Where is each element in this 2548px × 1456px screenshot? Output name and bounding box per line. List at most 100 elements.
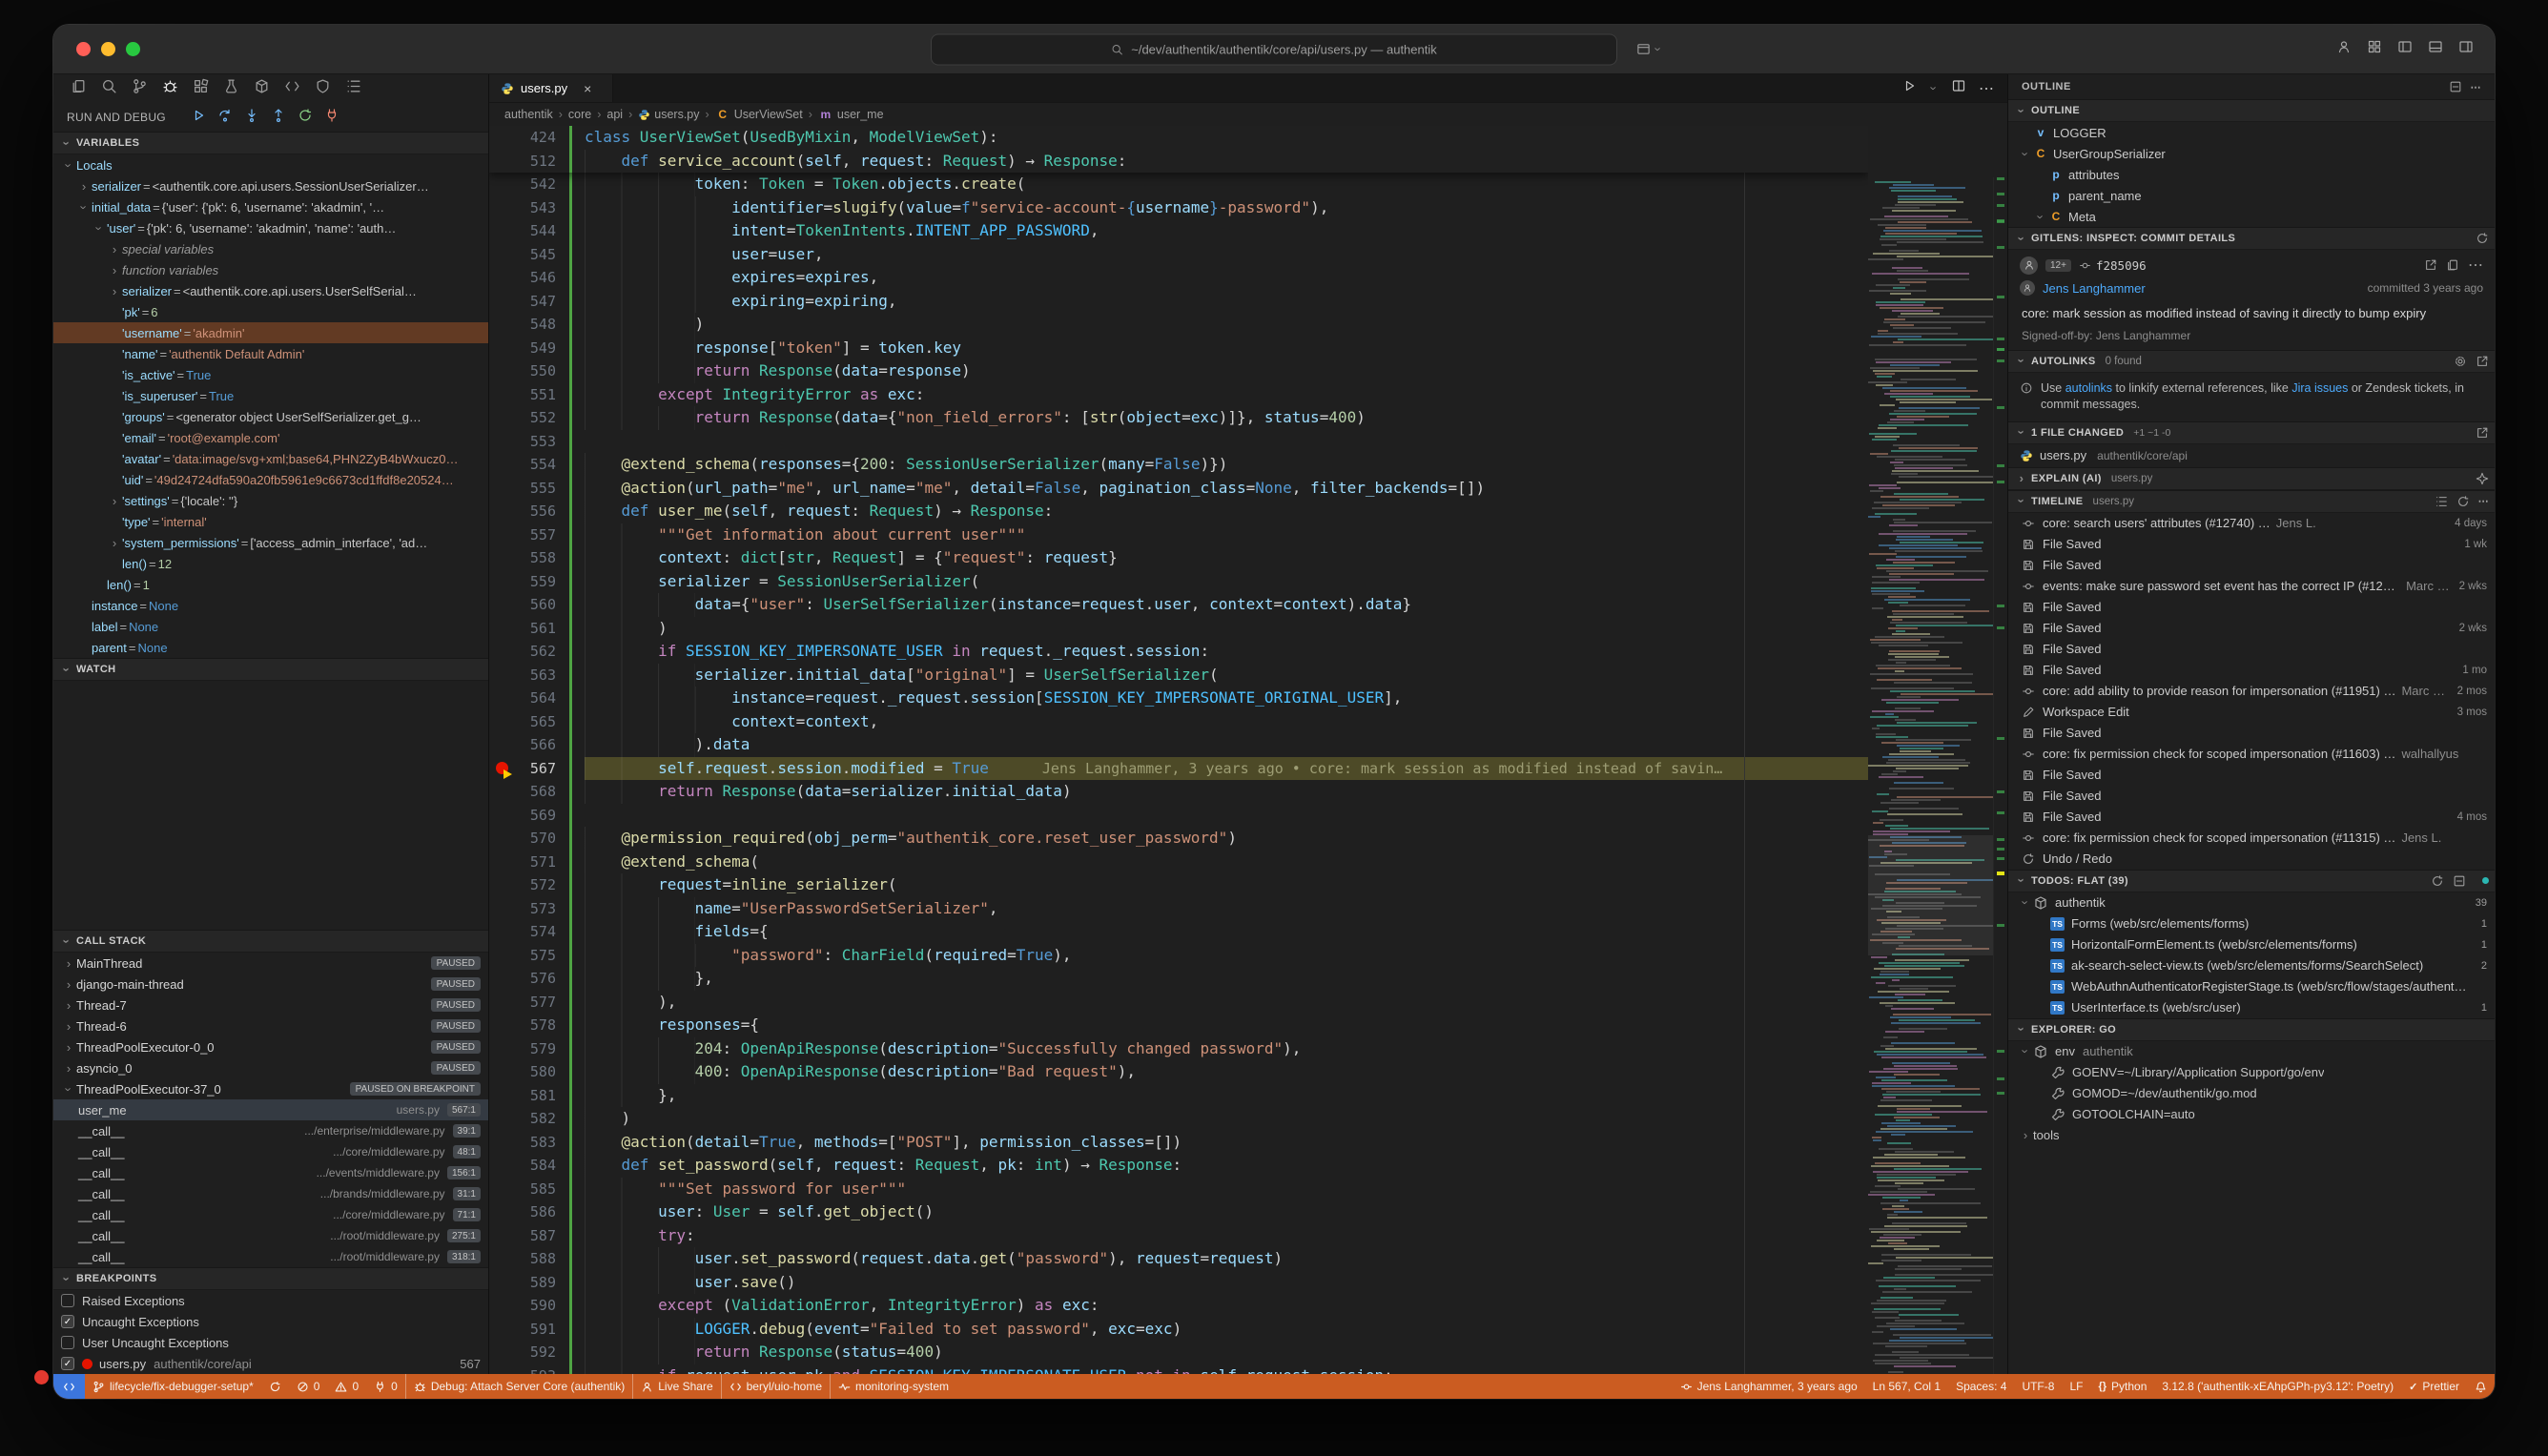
breakpoint-row[interactable]: ✓ Uncaught Exceptions — [53, 1311, 488, 1332]
code-line[interactable]: 584 def set_password(self, request: Requ… — [489, 1154, 1868, 1178]
statusbar-item[interactable]: {}Python — [2090, 1374, 2154, 1399]
overview-ruler[interactable] — [1993, 177, 2007, 1374]
code-line[interactable]: 546 expires=expires, — [489, 266, 1868, 290]
variable-row[interactable]: 'is_superuser' = True — [53, 385, 488, 406]
timeline-item[interactable]: core: fix permission check for scoped im… — [2008, 828, 2495, 849]
gitlens-commit-details-header[interactable]: › GITLENS: INSPECT: COMMIT DETAILS — [2008, 227, 2495, 250]
minimap[interactable] — [1868, 177, 1993, 1374]
layout-panel-button[interactable] — [2428, 39, 2443, 59]
variable-row[interactable]: 'uid' = '49d24724dfa590a20fb5961e9c6673c… — [53, 469, 488, 490]
code-line[interactable]: 555 @action(url_path="me", url_name="me"… — [489, 477, 1868, 501]
code-line[interactable]: 570 @permission_required(obj_perm="authe… — [489, 827, 1868, 851]
statusbar-item[interactable]: ✓Prettier — [2401, 1374, 2467, 1399]
variable-row[interactable]: ›'user' = {'pk': 6, 'username': 'akadmin… — [53, 217, 488, 238]
checkbox[interactable] — [61, 1294, 74, 1307]
timeline-item[interactable]: File Saved — [2008, 597, 2495, 618]
layout-grid-button[interactable] — [2367, 39, 2382, 59]
go-item[interactable]: › envauthentik — [2008, 1041, 2495, 1062]
code-line[interactable]: 569 — [489, 804, 1868, 828]
code-line[interactable]: 560 data={"user": UserSelfSerializer(ins… — [489, 593, 1868, 617]
go-item[interactable]: GOENV=~/Library/Application Support/go/e… — [2008, 1062, 2495, 1083]
refresh-icon[interactable] — [2476, 232, 2489, 245]
variable-row[interactable]: ›'system_permissions' = ['access_admin_i… — [53, 532, 488, 553]
breadcrumb-item[interactable]: api — [606, 108, 623, 121]
activity-item-remote-explorer[interactable] — [284, 78, 300, 99]
more-actions-icon[interactable]: ⋯ — [1979, 79, 1994, 98]
code-line[interactable]: 563 serializer.initial_data["original"] … — [489, 664, 1868, 687]
breakpoint-gutter[interactable] — [489, 762, 514, 774]
checkbox[interactable] — [61, 1336, 74, 1349]
external-link-icon[interactable] — [2476, 426, 2489, 440]
code-line[interactable]: 512 def service_account(self, request: R… — [489, 150, 1868, 174]
code-line[interactable]: 564 instance=request._request.session[SE… — [489, 687, 1868, 710]
variable-row[interactable]: ›special variables — [53, 238, 488, 259]
callstack-frame-row[interactable]: user_meusers.py567:1 — [53, 1099, 488, 1120]
code-line[interactable]: 581 }, — [489, 1084, 1868, 1108]
chevron-down-icon[interactable]: › — [1927, 84, 1942, 93]
explain-ai-section-header[interactable]: › EXPLAIN (AI) users.py — [2008, 467, 2495, 490]
code-line[interactable]: 576 }, — [489, 967, 1868, 991]
code-line[interactable]: 574 fields={ — [489, 920, 1868, 944]
step-into-button[interactable] — [244, 108, 259, 128]
variable-row[interactable]: 'type' = 'internal' — [53, 511, 488, 532]
todo-item[interactable]: TS Forms (web/src/elements/forms) 1 — [2008, 913, 2495, 934]
commit-sha[interactable]: f285096 — [2096, 258, 2147, 273]
code-line[interactable]: 549 response["token"] = token.key — [489, 337, 1868, 360]
go-item[interactable]: GOTOOLCHAIN=auto — [2008, 1104, 2495, 1125]
variable-row[interactable]: label = None — [53, 616, 488, 637]
todo-item[interactable]: › authentik 39 — [2008, 892, 2495, 913]
statusbar-item[interactable]: 0 — [366, 1374, 405, 1399]
code-line[interactable]: 553 — [489, 430, 1868, 454]
autolinks-section-header[interactable]: › AUTOLINKS 0 found — [2008, 350, 2495, 373]
code-line[interactable]: 545 user=user, — [489, 243, 1868, 267]
layout-sidebar-left-button[interactable] — [2397, 39, 2413, 59]
collapse-all-icon[interactable] — [2453, 874, 2466, 888]
autolinks-link[interactable]: autolinks — [2065, 381, 2112, 395]
open-commit-icon[interactable] — [2424, 258, 2437, 272]
callstack-thread-row[interactable]: ›ThreadPoolExecutor-0_0PAUSED — [53, 1036, 488, 1057]
breakpoint-row[interactable]: ✓ users.py authentik/core/api 567 — [53, 1353, 488, 1374]
timeline-item[interactable]: File Saved 1 mo — [2008, 660, 2495, 681]
code-line[interactable]: 573 name="UserPasswordSetSerializer", — [489, 897, 1868, 921]
minimap-slider[interactable] — [1868, 835, 1993, 955]
refresh-icon[interactable] — [2431, 874, 2444, 888]
callstack-frame-row[interactable]: __call__.../brands/middleware.py31:1 — [53, 1183, 488, 1204]
breakpoint-row[interactable]: Raised Exceptions — [53, 1290, 488, 1311]
code-line[interactable]: 575 "password": CharField(required=True)… — [489, 944, 1868, 968]
code-line[interactable]: 547 expiring=expiring, — [489, 290, 1868, 314]
statusbar-item[interactable] — [261, 1374, 289, 1399]
timeline-item[interactable]: File Saved — [2008, 765, 2495, 786]
external-link-icon[interactable] — [2476, 355, 2489, 368]
variable-row[interactable]: 'is_active' = True — [53, 364, 488, 385]
variable-row[interactable]: 'pk' = 6 — [53, 301, 488, 322]
commit-author-link[interactable]: Jens Langhammer — [2043, 281, 2146, 296]
outline-item[interactable]: pparent_name — [2008, 185, 2495, 206]
code-line[interactable]: 588 user.set_password(request.data.get("… — [489, 1247, 1868, 1271]
step-over-button[interactable] — [217, 108, 233, 128]
titlebar[interactable]: ← → ~/dev/authentik/authentik/core/api/u… — [53, 25, 2495, 74]
remote-indicator[interactable] — [53, 1374, 85, 1399]
variable-row[interactable]: 'avatar' = 'data:image/svg+xml;base64,PH… — [53, 448, 488, 469]
collapse-all-icon[interactable] — [2449, 80, 2462, 93]
timeline-item[interactable]: Workspace Edit 3 mos — [2008, 702, 2495, 723]
watch-body[interactable] — [53, 681, 488, 930]
close-window-button[interactable] — [76, 42, 91, 56]
statusbar-item[interactable]: Debug: Attach Server Core (authentik) — [405, 1374, 632, 1399]
todo-item[interactable]: TS ak-search-select-view.ts (web/src/ele… — [2008, 955, 2495, 976]
timeline-item[interactable]: File Saved 4 mos — [2008, 807, 2495, 828]
callstack-thread-row[interactable]: ›ThreadPoolExecutor-37_0PAUSED ON BREAKP… — [53, 1078, 488, 1099]
variable-row[interactable]: ›serializer = <authentik.core.api.users.… — [53, 175, 488, 196]
variable-row[interactable]: ›serializer = <authentik.core.api.users.… — [53, 280, 488, 301]
commit-row[interactable]: 12+ f285096 ⋯ — [2008, 250, 2495, 277]
code-line[interactable]: 551 except IntegrityError as exc: — [489, 383, 1868, 407]
watch-section-header[interactable]: › WATCH — [53, 658, 488, 681]
changed-file-row[interactable]: users.py authentik/core/api — [2008, 444, 2495, 467]
code-line[interactable]: 544 intent=TokenIntents.INTENT_APP_PASSW… — [489, 219, 1868, 243]
statusbar-item[interactable]: 0 — [289, 1374, 328, 1399]
activity-item-gitlens[interactable] — [315, 78, 331, 99]
timeline-section-header[interactable]: › TIMELINE users.py ⋯ — [2008, 490, 2495, 513]
browser-preview-icon[interactable] — [1636, 42, 1651, 56]
call-stack-section-header[interactable]: › CALL STACK — [53, 930, 488, 953]
variable-row[interactable]: ›'settings' = {'locale': ''} — [53, 490, 488, 511]
go-item[interactable]: › tools — [2008, 1125, 2495, 1146]
